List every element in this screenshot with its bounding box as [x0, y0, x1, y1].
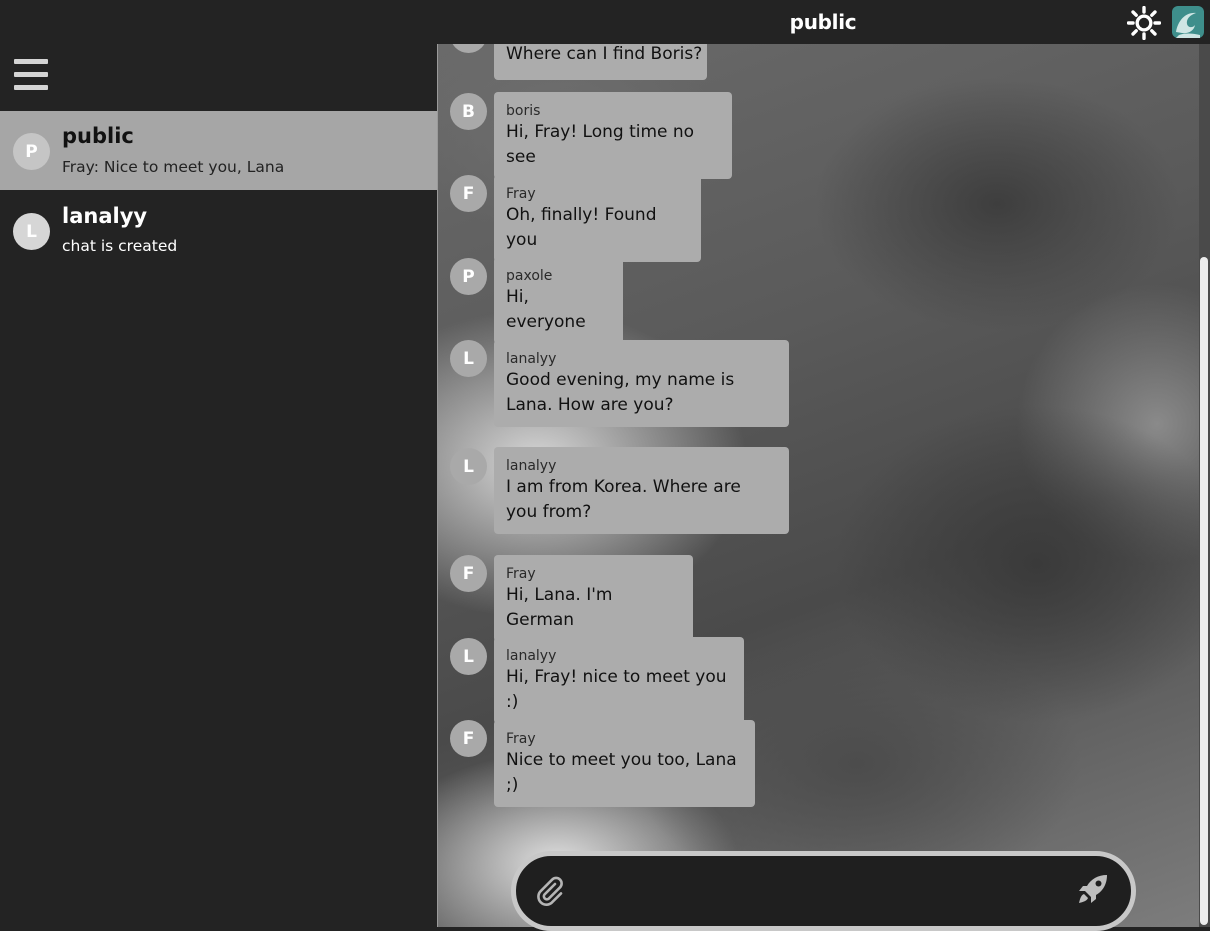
avatar: [450, 44, 487, 53]
chat-name: lanalyy: [62, 204, 148, 228]
chat-last-message: Fray: Nice to meet you, Lana: [62, 158, 285, 176]
message-text: Hi, Fray! nice to meet you :): [506, 667, 727, 712]
message-bubble: boris Hi, Fray! Long time no see: [494, 92, 732, 179]
avatar: F: [450, 175, 487, 212]
message-sender: Fray: [506, 186, 536, 202]
sun-icon[interactable]: [1127, 6, 1161, 40]
message-bubble: Fray Nice to meet you too, Lana ;): [494, 720, 755, 807]
message-text: I am from Korea. Where are you from?: [506, 477, 741, 522]
message-bubble: Where can I find Boris?: [494, 44, 707, 80]
message-text: Hi, Lana. I'm German: [506, 585, 613, 630]
paperclip-icon[interactable]: [534, 875, 566, 907]
message-sender: lanalyy: [506, 458, 557, 474]
wave-logo-icon: [1172, 6, 1204, 38]
message-bubble: lanalyy Good evening, my name is Lana. H…: [494, 340, 789, 427]
chat-last-message: chat is created: [62, 237, 178, 255]
avatar: L: [450, 340, 487, 377]
scrollbar-thumb[interactable]: [1200, 257, 1208, 925]
avatar: P: [13, 133, 50, 170]
message-text: Where can I find Boris?: [506, 44, 703, 64]
message-bubble: Fray Oh, finally! Found you: [494, 175, 701, 262]
message-sender: Fray: [506, 731, 536, 747]
message-bubble: paxole Hi, everyone: [494, 257, 623, 344]
message-area[interactable]: Where can I find Boris? B boris Hi, Fray…: [437, 44, 1210, 927]
top-bar: public: [0, 0, 1210, 44]
avatar: F: [450, 720, 487, 757]
message-sender: lanalyy: [506, 351, 557, 367]
chat-sidebar: P public Fray: Nice to meet you, Lana L …: [0, 44, 437, 927]
chat-item-public[interactable]: P public Fray: Nice to meet you, Lana: [0, 111, 437, 190]
message-text: Hi, Fray! Long time no see: [506, 122, 695, 167]
message-text: Good evening, my name is Lana. How are y…: [506, 370, 735, 415]
message-sender: paxole: [506, 268, 553, 284]
message-bubble: lanalyy I am from Korea. Where are you f…: [494, 447, 789, 534]
message-text: Nice to meet you too, Lana ;): [506, 750, 737, 795]
avatar: L: [450, 448, 487, 485]
chat-name: public: [62, 124, 134, 148]
avatar: F: [450, 555, 487, 592]
avatar: L: [450, 638, 487, 675]
message-input[interactable]: [580, 872, 1064, 912]
message-bubble: Fray Hi, Lana. I'm German: [494, 555, 693, 642]
pane-divider: [437, 44, 438, 927]
message-sender: Fray: [506, 566, 536, 582]
message-text: Oh, finally! Found you: [506, 205, 657, 250]
message-sender: boris: [506, 103, 541, 119]
message-text: Hi, everyone: [506, 287, 586, 332]
chat-item-lanalyy[interactable]: L lanalyy chat is created: [0, 190, 437, 269]
chat-title: public: [789, 10, 857, 34]
hamburger-menu-icon[interactable]: [14, 59, 49, 91]
message-composer: [511, 851, 1136, 931]
rocket-icon[interactable]: [1076, 872, 1110, 906]
avatar: B: [450, 93, 487, 130]
message-bubble: lanalyy Hi, Fray! nice to meet you :): [494, 637, 744, 724]
avatar: L: [13, 213, 50, 250]
avatar: P: [450, 258, 487, 295]
message-sender: lanalyy: [506, 648, 557, 664]
